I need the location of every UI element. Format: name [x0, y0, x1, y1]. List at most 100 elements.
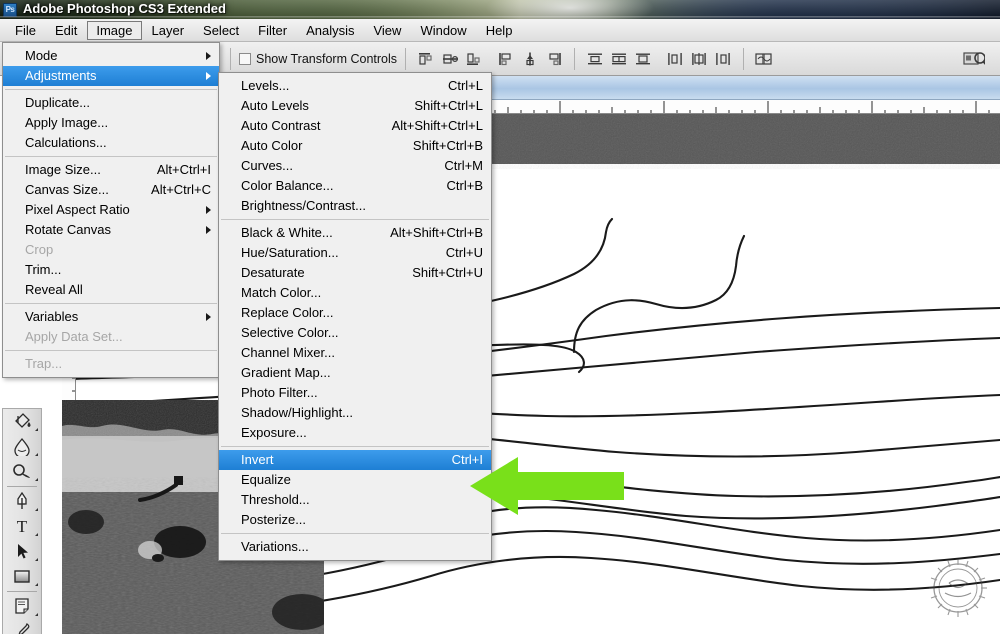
tools-palette: T [2, 408, 42, 634]
menubar-item-analysis[interactable]: Analysis [297, 21, 363, 40]
adjustments-menu-item-label: Equalize [241, 472, 291, 487]
menubar-item-image[interactable]: Image [87, 21, 142, 40]
distribute-horizontal-centers-icon[interactable] [688, 49, 710, 69]
adjustments-menu-item-label: Exposure... [241, 425, 307, 440]
distribute-bottom-edges-icon[interactable] [632, 49, 654, 69]
path-selection-tool[interactable] [3, 539, 41, 564]
blur-tool[interactable] [3, 434, 41, 459]
image-menu-item-label: Adjustments [25, 68, 97, 83]
options-divider [230, 47, 231, 70]
adjustments-menu-item-color-balance[interactable]: Color Balance... Ctrl+B [219, 176, 491, 196]
menubar-item-select[interactable]: Select [194, 21, 248, 40]
align-left-edges-icon[interactable] [495, 49, 517, 69]
adjustments-menu-item-curves[interactable]: Curves... Ctrl+M [219, 156, 491, 176]
image-menu-item-trap: Trap... [3, 354, 219, 374]
adjustments-menu-item-black-white[interactable]: Black & White... Alt+Shift+Ctrl+B [219, 223, 491, 243]
align-right-edges-icon[interactable] [543, 49, 565, 69]
adjustments-menu-item-hue-saturation[interactable]: Hue/Saturation... Ctrl+U [219, 243, 491, 263]
image-menu-item-reveal-all[interactable]: Reveal All [3, 280, 219, 300]
adjustments-menu-item-shortcut: Shift+Ctrl+U [412, 265, 483, 280]
distribute-vertical-centers-icon[interactable] [608, 49, 630, 69]
adjustments-menu-item-equalize[interactable]: Equalize [219, 470, 491, 490]
window-titlebar: Ps Adobe Photoshop CS3 Extended [0, 0, 1000, 19]
adjustments-menu-item-auto-color[interactable]: Auto Color Shift+Ctrl+B [219, 136, 491, 156]
image-menu-item-rotate-canvas[interactable]: Rotate Canvas [3, 220, 219, 240]
notes-tool[interactable] [3, 594, 41, 619]
distribute-left-edges-icon[interactable] [664, 49, 686, 69]
distribute-top-edges-icon[interactable] [584, 49, 606, 69]
adjustments-menu-item-threshold[interactable]: Threshold... [219, 490, 491, 510]
options-divider [574, 47, 576, 70]
adjustments-menu-item-desaturate[interactable]: Desaturate Shift+Ctrl+U [219, 263, 491, 283]
dodge-tool[interactable] [3, 459, 41, 484]
adjustments-menu-item-invert[interactable]: Invert Ctrl+I [219, 450, 491, 470]
pen-tool[interactable] [3, 489, 41, 514]
adjustments-menu-item-posterize[interactable]: Posterize... [219, 510, 491, 530]
image-menu-item-image-size[interactable]: Image Size... Alt+Ctrl+I [3, 160, 219, 180]
adjustments-menu-item-selective-color[interactable]: Selective Color... [219, 323, 491, 343]
image-menu-item-adjustments[interactable]: Adjustments [3, 66, 219, 86]
auto-align-layers-icon[interactable] [753, 49, 775, 69]
align-bottom-edges-icon[interactable] [463, 49, 485, 69]
checkbox-box[interactable] [239, 52, 251, 65]
adjustments-menu-item-gradient-map[interactable]: Gradient Map... [219, 363, 491, 383]
adjustments-menu-item-label: Posterize... [241, 512, 307, 527]
show-transform-controls-checkbox[interactable]: Show Transform Controls [239, 52, 397, 66]
image-menu-item-trim[interactable]: Trim... [3, 260, 219, 280]
horizontal-type-tool[interactable]: T [3, 514, 41, 539]
flyout-triangle-icon [35, 613, 38, 616]
image-menu-item-mode[interactable]: Mode [3, 46, 219, 66]
image-menu-item-label: Variables [25, 309, 79, 324]
image-menu-item-calculations[interactable]: Calculations... [3, 133, 219, 153]
align-vertical-centers-icon[interactable] [439, 49, 461, 69]
image-menu-panel[interactable]: Mode Adjustments Duplicate... Apply Image..… [2, 42, 220, 378]
photoshop-window: Ps Adobe Photoshop CS3 Extended File Edit… [0, 0, 1000, 634]
adjustments-menu-item-levels[interactable]: Levels... Ctrl+L [219, 76, 491, 96]
adjustments-menu-item-shadow-highlight[interactable]: Shadow/Highlight... [219, 403, 491, 423]
adjustments-menu-item-label: Desaturate [241, 265, 305, 280]
image-menu-item-canvas-size[interactable]: Canvas Size... Alt+Ctrl+C [3, 180, 219, 200]
rectangle-shape-tool[interactable] [3, 564, 41, 589]
adjustments-menu-item-variations[interactable]: Variations... [219, 537, 491, 557]
align-top-edges-icon[interactable] [415, 49, 437, 69]
image-menu-item-duplicate[interactable]: Duplicate... [3, 93, 219, 113]
image-menu-item-label: Mode [25, 48, 58, 63]
photoshop-app-icon: Ps [3, 3, 17, 17]
adjustments-menu-item-replace-color[interactable]: Replace Color... [219, 303, 491, 323]
adjustments-menu-item-label: Auto Color [241, 138, 303, 153]
menubar-item-help[interactable]: Help [477, 21, 522, 40]
menubar-item-edit[interactable]: Edit [46, 21, 86, 40]
menubar-item-layer[interactable]: Layer [143, 21, 194, 40]
eyedropper-tool[interactable] [3, 619, 41, 634]
adjustments-menu-item-brightness-contrast[interactable]: Brightness/Contrast... [219, 196, 491, 216]
flyout-triangle-icon [35, 508, 38, 511]
menubar-item-view[interactable]: View [364, 21, 410, 40]
options-divider [405, 47, 407, 70]
adjustments-menu-item-label: Auto Levels [241, 98, 309, 113]
adjustments-menu-item-channel-mixer[interactable]: Channel Mixer... [219, 343, 491, 363]
image-menu-item-pixel-aspect-ratio[interactable]: Pixel Aspect Ratio [3, 200, 219, 220]
image-menu-item-apply-image[interactable]: Apply Image... [3, 113, 219, 133]
adjustments-menu-item-photo-filter[interactable]: Photo Filter... [219, 383, 491, 403]
adjustments-menu-item-auto-levels[interactable]: Auto Levels Shift+Ctrl+L [219, 96, 491, 116]
adjustments-menu-item-auto-contrast[interactable]: Auto Contrast Alt+Shift+Ctrl+L [219, 116, 491, 136]
distribute-right-edges-icon[interactable] [712, 49, 734, 69]
image-menu-item-label: Duplicate... [25, 95, 91, 110]
adjustments-menu-item-label: Color Balance... [241, 178, 334, 193]
flyout-triangle-icon [35, 558, 38, 561]
align-horizontal-centers-icon[interactable] [519, 49, 541, 69]
adjustments-menu-item-label: Black & White... [241, 225, 333, 240]
adjustments-menu-item-shortcut: Ctrl+B [446, 178, 483, 193]
paint-bucket-tool[interactable] [3, 409, 41, 434]
green-callout-arrow [470, 455, 625, 517]
adjustments-menu-item-match-color[interactable]: Match Color... [219, 283, 491, 303]
menubar-item-file[interactable]: File [6, 21, 45, 40]
adjustments-menu-item-exposure[interactable]: Exposure... [219, 423, 491, 443]
image-menu-item-variables[interactable]: Variables [3, 307, 219, 327]
go-to-bridge-icon[interactable] [963, 49, 985, 69]
image-menu-item-separator [5, 303, 217, 304]
submenu-arrow-icon [206, 72, 211, 80]
adjustments-submenu-panel[interactable]: Levels... Ctrl+L Auto Levels Shift+Ctrl+L Au… [218, 72, 492, 561]
menubar-item-filter[interactable]: Filter [249, 21, 296, 40]
menubar-item-window[interactable]: Window [411, 21, 475, 40]
